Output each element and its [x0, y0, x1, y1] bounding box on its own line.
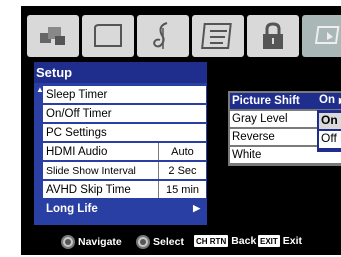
tab-setup[interactable]: [302, 15, 341, 57]
help-navigate-label: Navigate: [78, 236, 122, 248]
help-back-label: Back: [231, 235, 257, 247]
setup-item-label: On/Off Timer: [46, 107, 112, 120]
tab-locks[interactable]: [247, 15, 299, 57]
music-note-icon: [153, 22, 168, 49]
setup-item-label: AVHD Skip Time: [46, 183, 131, 196]
submenu-item-label: Gray Level: [232, 113, 288, 125]
setup-item-label: HDMI Audio: [46, 145, 108, 158]
setup-icon: [314, 26, 340, 44]
setup-item-avhd-skip-time[interactable]: AVHD Skip Time 15 min: [43, 181, 206, 198]
popup-option-on[interactable]: On: [319, 113, 341, 129]
tv-screen: Setup ▲ Sleep Timer On/Off Timer PC Sett…: [21, 6, 341, 255]
padlock-icon: [263, 22, 283, 49]
screen-size-icon: [94, 24, 122, 47]
submenu-item-label: Reverse: [232, 131, 275, 143]
select-button-icon: [136, 235, 150, 249]
help-select-label: Select: [153, 236, 184, 248]
setup-item-long-life[interactable]: Long Life ▶: [43, 200, 206, 217]
help-exit-label: Exit: [282, 235, 303, 247]
setup-item-slide-show-interval[interactable]: Slide Show Interval 2 Sec: [43, 162, 206, 179]
submenu-arrow-icon: ▶: [193, 203, 200, 213]
help-back: CH RTN Back: [194, 235, 256, 247]
setup-title: Setup: [34, 62, 207, 83]
help-select: Select: [136, 235, 184, 249]
setup-item-value: 15 min: [158, 181, 206, 198]
navigate-dpad-icon: [61, 235, 75, 249]
help-bar: Navigate Select CH RTN Back EXIT Exit: [21, 232, 341, 253]
setup-item-label: Long Life: [46, 202, 98, 215]
picture-icon: [40, 27, 65, 45]
setup-item-label: Sleep Timer: [46, 88, 108, 101]
setup-item-label: Slide Show Interval: [46, 164, 136, 177]
popup-option-off[interactable]: Off: [319, 131, 341, 148]
setup-item-value: 2 Sec: [158, 162, 206, 179]
ch-rtn-key-icon: CH RTN: [194, 235, 229, 247]
setup-item-label: PC Settings: [46, 126, 107, 139]
submenu-item-value: On: [319, 94, 335, 106]
setup-item-hdmi-audio[interactable]: HDMI Audio Auto: [43, 143, 206, 160]
menu-tab-bar: [21, 6, 341, 62]
submenu-item-label: Picture Shift: [232, 95, 300, 107]
tab-screen[interactable]: [82, 15, 134, 57]
setup-item-pc-settings[interactable]: PC Settings: [43, 124, 206, 141]
submenu-item-reverse[interactable]: Reverse: [230, 129, 317, 145]
submenu-item-picture-shift[interactable]: Picture Shift On ▶: [230, 93, 341, 109]
help-navigate: Navigate: [61, 235, 122, 249]
setup-item-value: Auto: [158, 143, 206, 160]
help-exit: EXIT Exit: [258, 235, 302, 247]
tab-picture[interactable]: [27, 15, 79, 57]
exit-key-icon: EXIT: [258, 235, 280, 247]
submenu-item-label: White: [232, 149, 262, 161]
checklist-icon: [201, 23, 232, 49]
setup-item-on-off-timer[interactable]: On/Off Timer: [43, 105, 206, 122]
setup-item-sleep-timer[interactable]: Sleep Timer: [43, 86, 206, 103]
tab-preferences[interactable]: [192, 15, 244, 57]
tab-audio[interactable]: [137, 15, 189, 57]
submenu-item-gray-level[interactable]: Gray Level: [230, 111, 317, 127]
